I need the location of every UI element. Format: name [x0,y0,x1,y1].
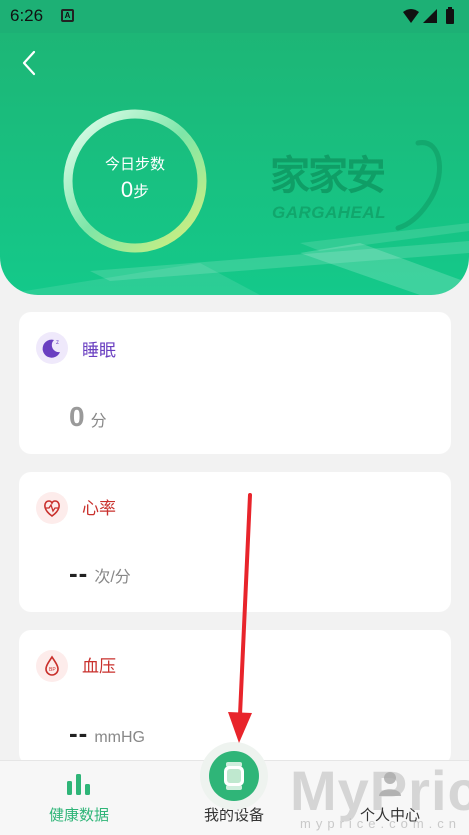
heart-rate-value: -- [69,558,89,588]
sleep-value: 0 [69,401,85,432]
tab-health-data-label: 健康数据 [48,807,109,824]
sleep-unit: 分 [90,413,107,430]
heart-rate-title: 心率 [82,499,116,518]
blood-drop-icon: BP [36,650,68,682]
blood-pressure-value: -- [69,718,89,748]
blood-pressure-title: 血压 [82,657,116,676]
system-status-icons [403,7,454,24]
tab-health-data[interactable]: 健康数据 [19,761,139,835]
steps-unit: 步 [133,184,150,201]
heart-rate-card[interactable]: 心率 -- 次/分 [19,472,451,612]
status-time: 6:26 [10,6,44,25]
back-arrow-icon[interactable] [18,49,42,77]
sleep-value-row: 0 分 [69,401,107,433]
wifi-icon [403,9,419,23]
svg-text:z: z [56,340,59,346]
heart-rate-value-row: -- 次/分 [69,558,131,589]
sleep-card[interactable]: z 睡眠 0 分 [19,312,451,454]
heart-rate-unit: 次/分 [94,569,131,586]
tab-personal-center-label: 个人中心 [359,807,420,824]
signal-icon [423,9,437,23]
tab-personal-center[interactable]: 个人中心 [330,761,450,835]
steps-value: 0步 [60,177,210,203]
brand-logo-subtext: GARGAHEAL [272,203,387,222]
svg-text:BP: BP [49,667,56,673]
notification-icon: A [61,9,74,22]
sleep-title: 睡眠 [82,341,116,360]
blood-pressure-value-row: -- mmHG [69,718,145,749]
brand-logo-text: 家家安 [270,153,386,199]
heart-icon [36,492,68,524]
status-bar: 6:26 A [0,0,469,33]
battery-icon [446,9,454,24]
header-banner: 今日步数 0步 家家安 GARGAHEAL [0,33,469,295]
person-icon [379,772,401,796]
steps-title: 今日步数 [104,156,165,173]
watch-icon [224,762,244,790]
device-center-button-fill [209,751,259,801]
bar-chart-icon [67,774,90,795]
steps-number: 0 [120,177,134,202]
blood-pressure-unit: mmHG [94,729,145,746]
moon-icon: z [36,332,68,364]
device-center-button[interactable] [200,742,268,810]
decorative-stripes [0,223,469,295]
